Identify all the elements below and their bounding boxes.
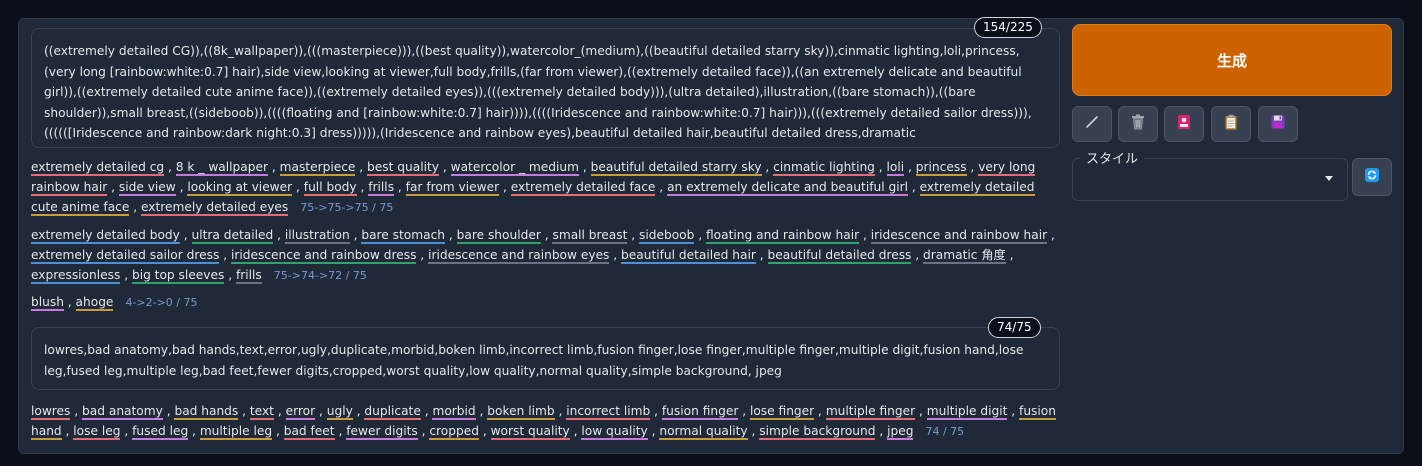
- extra-networks-button[interactable]: [1164, 106, 1204, 142]
- token: iridescence and rainbow eyes: [428, 248, 610, 264]
- save-style-button[interactable]: [1258, 106, 1298, 142]
- pencil-icon: [1084, 114, 1100, 134]
- token: side view: [118, 180, 176, 196]
- token: extremely detailed sailor dress: [31, 248, 220, 264]
- token: bad feet: [283, 424, 335, 440]
- negative-prompt-textarea[interactable]: lowres,bad anatomy,bad hands,text,error,…: [31, 327, 1060, 390]
- token: multiple finger: [825, 404, 916, 420]
- token: incorrect limb: [566, 404, 651, 420]
- token: fewer digits: [346, 424, 418, 440]
- positive-prompt-text: ((extremely detailed CG)),((8k_wallpaper…: [44, 44, 1032, 147]
- token: fused leg: [132, 424, 189, 440]
- clipboard-icon: [1222, 113, 1240, 135]
- negative-token-counter: 74/75: [988, 317, 1041, 338]
- token: sideboob: [639, 228, 695, 244]
- card-icon: [1175, 113, 1193, 135]
- token: full body: [303, 180, 357, 196]
- token: best quality: [367, 160, 439, 176]
- token: cropped: [429, 424, 479, 440]
- token: an extremely delicate and beautiful girl: [667, 180, 909, 196]
- token: multiple digit: [926, 404, 1008, 420]
- token: bad hands: [174, 404, 239, 420]
- token: ugly: [326, 404, 353, 420]
- token: extremely detailed cg: [31, 160, 165, 176]
- token: lose leg: [73, 424, 121, 440]
- token: iridescence and rainbow dress: [230, 248, 417, 264]
- token: duplicate: [364, 404, 421, 420]
- token: extremely detailed eyes: [140, 200, 289, 216]
- token: floating and rainbow hair: [706, 228, 860, 244]
- token: lose finger: [749, 404, 815, 420]
- positive-prompt-textarea[interactable]: ((extremely detailed CG)),((8k_wallpaper…: [31, 28, 1060, 148]
- token: loli: [886, 160, 905, 176]
- token: princess: [915, 160, 967, 176]
- token: ultra detailed: [191, 228, 274, 244]
- token: dramatic 角度: [923, 248, 1006, 264]
- token: cinmatic lighting: [773, 160, 875, 176]
- token-count: 75->74->72 / 75: [273, 269, 367, 282]
- token: low quality: [581, 424, 648, 440]
- negative-prompt-text: lowres,bad anatomy,bad hands,text,error,…: [44, 343, 1024, 378]
- read-params-button[interactable]: [1072, 106, 1112, 142]
- token: bad anatomy: [82, 404, 163, 420]
- token: bare shoulder: [456, 228, 541, 244]
- token: expressionless: [31, 268, 121, 284]
- token: bare stomach: [361, 228, 445, 244]
- token: morbid: [432, 404, 476, 420]
- token: beautiful detailed dress: [767, 248, 912, 264]
- token-chunk: lowres , bad anatomy , bad hands , text …: [31, 404, 1056, 440]
- save-icon: [1269, 113, 1287, 135]
- token: worst quality: [490, 424, 570, 440]
- token: big top sleeves: [131, 268, 225, 284]
- token: jpeg: [887, 424, 914, 440]
- token: small breast: [552, 228, 628, 244]
- token: multiple leg: [199, 424, 273, 440]
- token: extremely detailed body: [31, 228, 180, 244]
- token: blush: [31, 295, 64, 311]
- trash-icon: [1129, 113, 1147, 135]
- chevron-down-icon: [1325, 176, 1333, 181]
- token: 8 k _ wallpaper: [175, 160, 268, 176]
- token: boken limb: [487, 404, 555, 420]
- clear-prompt-button[interactable]: [1118, 106, 1158, 142]
- token: beautiful detailed starry sky: [590, 160, 762, 176]
- token: illustration: [284, 228, 350, 244]
- refresh-icon: [1363, 166, 1381, 188]
- token-chunk: extremely detailed body , ultra detailed…: [31, 228, 1055, 284]
- token-count: 74 / 75: [925, 425, 965, 438]
- token: iridescence and rainbow hair: [870, 228, 1048, 244]
- token: watercolor _ medium: [450, 160, 580, 176]
- token: extremely detailed face: [510, 180, 656, 196]
- token: fusion finger: [661, 404, 739, 420]
- token: text: [249, 404, 274, 420]
- token-count: 75->75->75 / 75: [300, 201, 394, 214]
- token: error: [285, 404, 316, 420]
- token: far from viewer: [405, 180, 500, 196]
- token: normal quality: [659, 424, 748, 440]
- token: looking at viewer: [187, 180, 293, 196]
- token-chunk: blush , ahoge 4->2->0 / 75: [31, 295, 198, 311]
- token: lowres: [31, 404, 71, 420]
- token: beautiful detailed hair: [621, 248, 756, 264]
- token-chunk: extremely detailed cg , 8 k _ wallpaper …: [31, 160, 1036, 216]
- token: frills: [368, 180, 395, 196]
- apply-style-button[interactable]: [1211, 106, 1251, 142]
- positive-token-counter: 154/225: [974, 17, 1042, 38]
- token: ahoge: [75, 295, 114, 311]
- style-label: スタイル: [1080, 148, 1145, 167]
- token-count: 4->2->0 / 75: [125, 296, 198, 309]
- token: masterpiece: [279, 160, 356, 176]
- generate-button[interactable]: 生成: [1072, 24, 1392, 96]
- token: frills: [235, 268, 262, 284]
- refresh-styles-button[interactable]: [1352, 158, 1392, 196]
- token: simple background: [759, 424, 876, 440]
